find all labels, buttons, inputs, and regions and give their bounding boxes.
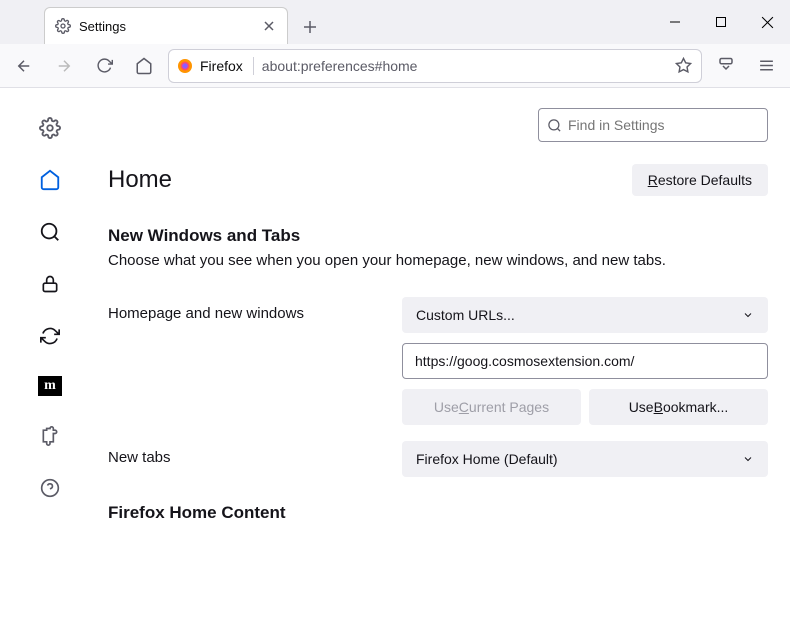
url-bar[interactable]: Firefox about:preferences#home [168,49,702,83]
sidebar-more-icon[interactable]: m [38,376,62,396]
homepage-label: Homepage and new windows [108,297,402,322]
bookmark-star-icon[interactable] [675,57,693,74]
homepage-mode-select[interactable]: Custom URLs... [402,297,768,333]
main-panel: Home Restore Defaults New Windows and Ta… [100,88,790,640]
back-button[interactable] [8,50,40,82]
sidebar: m [0,88,100,640]
tab-settings[interactable]: Settings [44,7,288,44]
find-in-settings-input[interactable] [568,117,759,133]
chevron-down-icon [742,453,754,465]
section-new-windows-title: New Windows and Tabs [108,226,768,246]
search-icon [547,118,562,133]
sidebar-sync-icon[interactable] [38,324,62,348]
navbar: Firefox about:preferences#home [0,44,790,88]
sidebar-help-icon[interactable] [38,476,62,500]
pocket-button[interactable] [710,50,742,82]
find-in-settings[interactable] [538,108,768,142]
sidebar-home-icon[interactable] [38,168,62,192]
use-bookmark-button[interactable]: Use Bookmark... [589,389,768,425]
section-new-windows-desc: Choose what you see when you open your h… [108,252,768,269]
use-current-pages-button[interactable]: Use Current Pages [402,389,581,425]
close-window-button[interactable] [744,0,790,44]
window-controls [652,0,790,44]
newtabs-label: New tabs [108,441,402,466]
chevron-down-icon [742,309,754,321]
forward-button[interactable] [48,50,80,82]
sidebar-search-icon[interactable] [38,220,62,244]
sidebar-privacy-icon[interactable] [38,272,62,296]
titlebar: Settings [0,0,790,44]
firefox-logo-icon [177,58,193,74]
home-nav-button[interactable] [128,50,160,82]
page-title: Home [108,166,172,194]
homepage-url-input[interactable] [402,343,768,379]
newtabs-select[interactable]: Firefox Home (Default) [402,441,768,477]
minimize-button[interactable] [652,0,698,44]
content: m Home Restore Defaults New Windows and … [0,88,790,640]
urlbar-separator [253,57,254,75]
app-menu-button[interactable] [750,50,782,82]
close-tab-icon[interactable] [261,18,277,34]
gear-icon [55,18,71,34]
new-tab-button[interactable] [296,13,324,41]
maximize-button[interactable] [698,0,744,44]
urlbar-identity: Firefox [200,58,243,74]
tab-title: Settings [79,19,261,34]
newtabs-value: Firefox Home (Default) [416,451,558,467]
homepage-mode-value: Custom URLs... [416,307,515,323]
restore-defaults-button[interactable]: Restore Defaults [632,164,768,196]
urlbar-url: about:preferences#home [262,58,671,74]
section-home-content-title: Firefox Home Content [108,503,768,523]
sidebar-extensions-icon[interactable] [38,424,62,448]
sidebar-general-icon[interactable] [38,116,62,140]
reload-button[interactable] [88,50,120,82]
